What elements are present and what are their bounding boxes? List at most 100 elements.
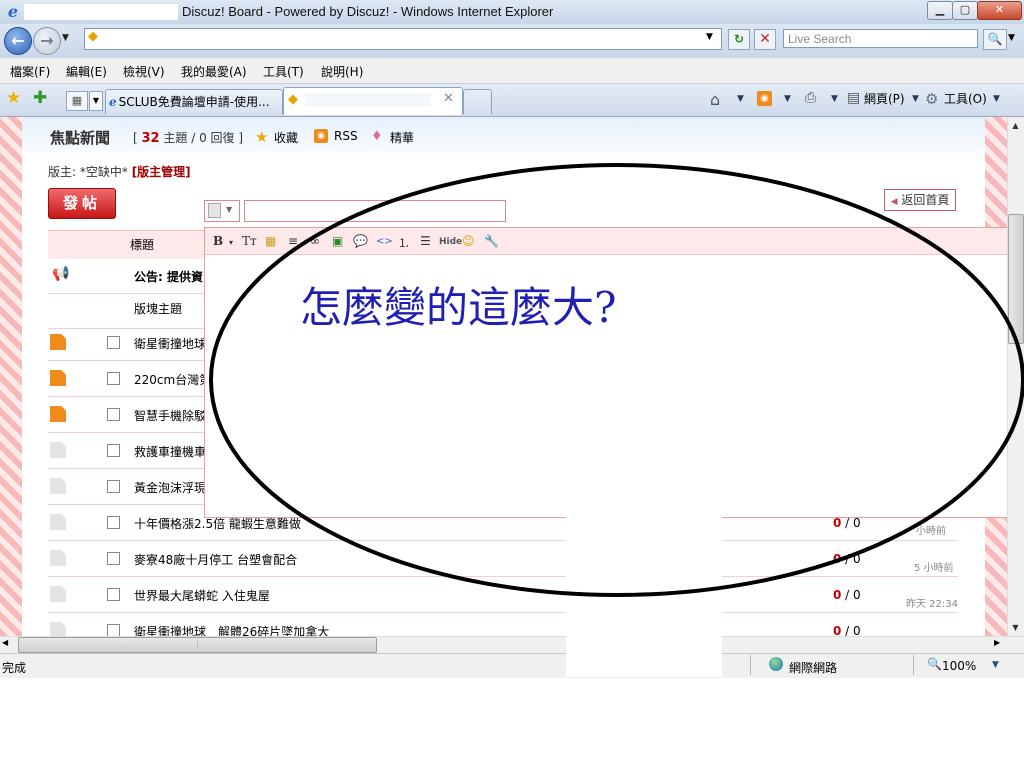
new-tab-button[interactable]	[463, 89, 492, 114]
row-title[interactable]: 世界最大尾蟒蛇 入住鬼屋	[134, 587, 270, 604]
scroll-down-icon[interactable]: ▼	[1007, 620, 1024, 636]
row-checkbox[interactable]	[107, 516, 120, 529]
stop-button[interactable]: ✕	[754, 29, 776, 50]
menu-edit[interactable]: 編輯(E)	[66, 63, 107, 80]
smiley-icon[interactable]: ☺	[462, 234, 475, 248]
home-dropdown-icon[interactable]: ▼	[737, 94, 744, 104]
digest-diamond-icon[interactable]: ♦	[371, 129, 383, 144]
tools-dropdown-icon[interactable]: ▼	[993, 94, 1000, 104]
zoom-level[interactable]: 100%	[942, 659, 976, 673]
page-menu[interactable]: 網頁(P)	[864, 90, 905, 107]
color-grid-icon[interactable]: ▦	[265, 234, 276, 248]
row-checkbox[interactable]	[107, 480, 120, 493]
address-input[interactable]	[84, 28, 722, 50]
maximize-button[interactable]: ▢	[952, 1, 978, 20]
hide-icon[interactable]: Hide	[439, 237, 462, 247]
page-dropdown-icon[interactable]: ▼	[912, 94, 919, 104]
row-checkbox[interactable]	[107, 552, 120, 565]
status-bar	[0, 653, 1024, 678]
rss-dropdown-icon[interactable]: ▼	[784, 94, 791, 104]
tab-list-dropdown-icon[interactable]: ▼	[89, 91, 103, 111]
vertical-scrollbar[interactable]	[1007, 117, 1024, 636]
horizontal-scroll-thumb[interactable]: ⦙	[18, 637, 377, 653]
row-title[interactable]: 麥寮48廠十月停工 台塑會配合	[134, 551, 297, 568]
zoom-dropdown-icon[interactable]: ▼	[992, 660, 999, 670]
bold-dropdown-icon[interactable]: ▾	[229, 238, 233, 247]
security-zone[interactable]: 網際網路	[789, 659, 837, 676]
forward-button[interactable]: →	[33, 27, 61, 55]
quick-tabs-icon[interactable]: ▦	[66, 91, 88, 111]
menu-tools[interactable]: 工具(T)	[263, 63, 304, 80]
row-title[interactable]: 公告: 提供資	[134, 268, 203, 285]
wrench-icon[interactable]: 🔧	[484, 234, 499, 248]
scroll-right-icon[interactable]: ▶	[994, 638, 1000, 647]
zoom-icon[interactable]: 🔍	[927, 657, 942, 671]
gear-icon[interactable]: ⚙	[925, 90, 938, 108]
menu-favorites[interactable]: 我的最愛(A)	[181, 63, 247, 80]
search-input[interactable]: Live Search	[783, 29, 978, 48]
ordered-list-icon[interactable]: ⒈	[398, 234, 410, 251]
ie-logo-icon: e	[7, 2, 19, 21]
menu-help[interactable]: 說明(H)	[321, 63, 363, 80]
status-divider	[913, 655, 914, 675]
close-button[interactable]: ✕	[977, 1, 1022, 20]
row-title[interactable]: 衛星衝撞地球	[134, 335, 206, 352]
row-checkbox[interactable]	[107, 372, 120, 385]
font-size-icon[interactable]: Tт	[242, 234, 257, 248]
row-checkbox[interactable]	[107, 336, 120, 349]
status-divider	[750, 655, 751, 675]
align-icon[interactable]: ≡	[288, 234, 298, 248]
rss-icon[interactable]: ◉	[314, 129, 328, 143]
reply-count: 0 / 0	[833, 552, 861, 566]
rss-link[interactable]: RSS	[334, 129, 358, 143]
image-icon[interactable]: ▣	[332, 234, 343, 248]
tab-sclub[interactable]: e SCLUB免費論壇申請-使用...	[105, 89, 283, 114]
refresh-button[interactable]: ↻	[728, 29, 750, 50]
scroll-up-icon[interactable]: ▲	[1007, 117, 1024, 134]
quote-icon[interactable]: 💬	[353, 234, 368, 248]
add-favorite-icon[interactable]: ✚	[33, 88, 47, 108]
page-icon[interactable]: ▤	[847, 90, 860, 106]
back-home-link[interactable]: ◀ 返回首頁	[884, 189, 956, 211]
row-checkbox[interactable]	[107, 444, 120, 457]
code-icon[interactable]: <>	[376, 236, 393, 247]
address-dropdown-icon[interactable]: ▼	[706, 32, 713, 42]
menu-file[interactable]: 檔案(F)	[10, 63, 50, 80]
tools-menu[interactable]: 工具(O)	[944, 90, 987, 107]
row-title[interactable]: 黃金泡沫浮現	[134, 479, 206, 496]
subject-input[interactable]	[244, 200, 506, 222]
indent-icon[interactable]: ☰	[420, 234, 431, 248]
scroll-left-icon[interactable]: ◀	[2, 638, 8, 647]
link-icon[interactable]: ∞	[310, 234, 320, 248]
search-dropdown-icon[interactable]: ▼	[1008, 33, 1015, 43]
reply-count: 0 / 0	[833, 516, 861, 530]
row-title[interactable]: 智慧手機除駁	[134, 407, 206, 424]
mod-manage-link[interactable]: [版主管理]	[132, 165, 191, 179]
favorite-star-icon[interactable]: ★	[255, 128, 268, 146]
replies: 0	[833, 588, 842, 602]
bold-icon[interactable]: B	[213, 234, 223, 248]
reply-count: 0 / 0	[833, 588, 861, 602]
print-icon[interactable]: ⎙	[805, 90, 816, 106]
print-dropdown-icon[interactable]: ▼	[831, 94, 838, 104]
favorites-star-icon[interactable]: ★	[6, 88, 21, 108]
row-title[interactable]: 220cm台灣第	[134, 371, 211, 388]
home-icon[interactable]: ⌂	[710, 90, 720, 109]
row-title[interactable]: 救護車撞機車	[134, 443, 206, 460]
search-icon[interactable]: 🔍	[983, 29, 1007, 50]
tab-close-icon[interactable]: ✕	[443, 91, 454, 106]
back-button[interactable]: ←	[4, 27, 32, 55]
row-checkbox[interactable]	[107, 408, 120, 421]
rss-feed-icon[interactable]: ◉	[757, 91, 772, 106]
favorite-link[interactable]: 收藏	[274, 129, 298, 146]
minimize-button[interactable]: ▁	[927, 1, 953, 20]
editor-content[interactable]: 怎麼變的這麼大?	[300, 274, 617, 335]
views: 0	[853, 516, 861, 530]
post-editor[interactable]	[204, 227, 1009, 518]
menu-view[interactable]: 檢視(V)	[123, 63, 165, 80]
vertical-scroll-thumb[interactable]	[1008, 214, 1024, 344]
row-checkbox[interactable]	[107, 588, 120, 601]
history-dropdown-icon[interactable]: ▼	[62, 33, 69, 43]
digest-link[interactable]: 精華	[390, 129, 414, 146]
new-post-button[interactable]: 發帖	[48, 188, 116, 219]
